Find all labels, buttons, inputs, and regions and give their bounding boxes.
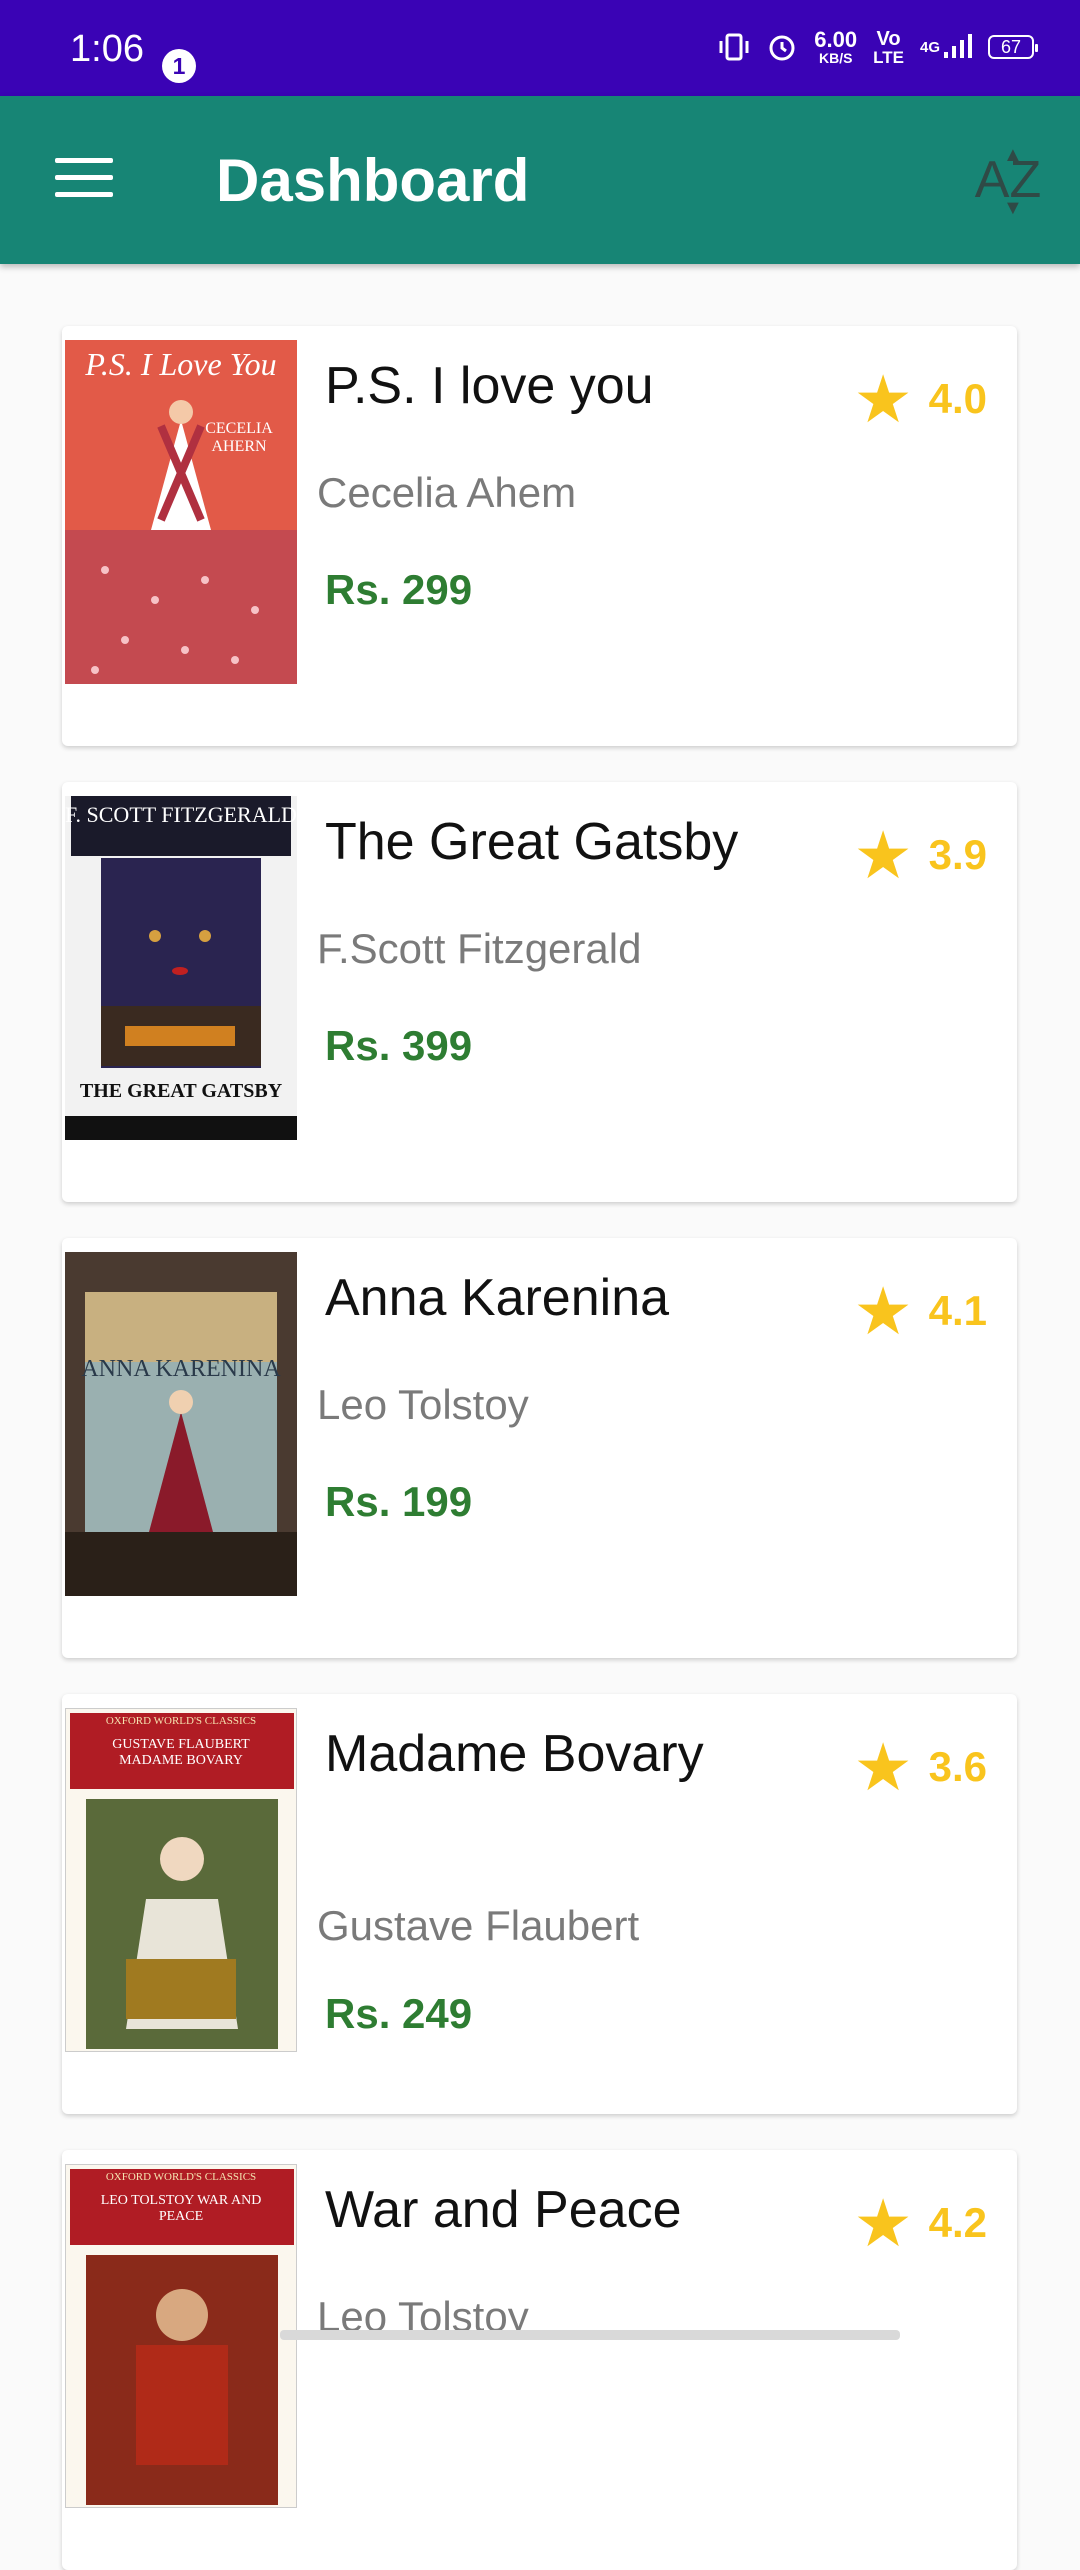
book-author: Cecelia Ahem xyxy=(317,469,577,516)
book-title: Madame Bovary xyxy=(325,1725,704,1783)
cover-series-text: OXFORD WORLD'S CLASSICS xyxy=(105,1715,257,1727)
rating-value: 3.9 xyxy=(928,831,987,878)
book-card[interactable]: OXFORD WORLD'S CLASSICS GUSTAVE FLAUBERT… xyxy=(62,1694,1017,2114)
star-icon: ★ xyxy=(853,1274,913,1348)
rating-value: 4.2 xyxy=(928,2199,987,2246)
vibrate-icon xyxy=(718,32,750,62)
page-title: Dashboard xyxy=(216,147,530,214)
alarm-icon xyxy=(766,31,798,63)
book-price: Rs. 249 xyxy=(325,1990,473,2037)
book-card[interactable]: ANNA KARENINA Anna Karenina Leo Tolstoy … xyxy=(62,1238,1017,1658)
book-cover-image: OXFORD WORLD'S CLASSICS GUSTAVE FLAUBERT… xyxy=(65,1708,297,2052)
book-rating: ★ 3.6 xyxy=(853,1734,987,1800)
cover-title-text: P.S. I Love You xyxy=(85,346,277,382)
book-price: Rs. 399 xyxy=(325,1022,473,1069)
app-bar: Dashboard ▲ AZ ▼ xyxy=(0,96,1080,264)
star-icon: ★ xyxy=(853,1730,913,1804)
cover-title-text: ANNA KARENINA xyxy=(81,1356,281,1382)
scroll-indicator[interactable] xyxy=(280,2330,900,2340)
hamburger-menu-icon[interactable] xyxy=(55,158,113,200)
sort-alphabetical-icon[interactable]: ▲ AZ ▼ xyxy=(972,144,1044,219)
rating-value: 3.6 xyxy=(928,1743,987,1790)
book-rating: ★ 3.9 xyxy=(853,822,987,888)
book-title: P.S. I love you xyxy=(325,357,654,415)
cover-series-text: OXFORD WORLD'S CLASSICS xyxy=(105,2171,257,2183)
cover-title-text: GUSTAVE FLAUBERT MADAME BOVARY xyxy=(112,1737,250,1768)
signal-icon: 4G xyxy=(920,34,972,60)
book-title: The Great Gatsby xyxy=(325,813,739,871)
cover-subtitle-text: THE GREAT GATSBY xyxy=(79,1080,283,1102)
book-title: Anna Karenina xyxy=(325,1269,670,1327)
rating-value: 4.1 xyxy=(928,1287,987,1334)
battery-level: 67 xyxy=(1000,36,1022,57)
book-author: Leo Tolstoy xyxy=(317,1381,529,1428)
book-author: F.Scott Fitzgerald xyxy=(317,925,642,972)
cover-title-text: F. SCOTT FITZGERALD xyxy=(65,802,297,827)
book-cover-image: OXFORD WORLD'S CLASSICS LEO TOLSTOY WAR … xyxy=(65,2164,297,2508)
book-cover-image: P.S. I Love You CECELIA AHERN xyxy=(65,340,297,684)
book-cover-image: F. SCOTT FITZGERALD THE GREAT GATSBY xyxy=(65,796,297,1140)
notification-badge: 1 xyxy=(162,49,196,83)
battery-icon: 67 xyxy=(988,35,1038,59)
star-icon: ★ xyxy=(853,2186,913,2260)
book-card[interactable]: P.S. I Love You CECELIA AHERN P.S. I lov… xyxy=(62,326,1017,746)
rating-value: 4.0 xyxy=(928,375,987,422)
volte-indicator: Vo LTE xyxy=(873,27,904,67)
net-speed: 6.00 KB/S xyxy=(814,27,858,66)
status-icons: 6.00 KB/S Vo LTE 4G 67 xyxy=(718,22,1038,72)
status-time: 1:06 xyxy=(70,28,144,70)
star-icon: ★ xyxy=(853,362,913,436)
book-cover-image: ANNA KARENINA xyxy=(65,1252,297,1596)
book-author: Gustave Flaubert xyxy=(317,1902,640,1949)
book-rating: ★ 4.2 xyxy=(853,2190,987,2256)
book-price: Rs. 299 xyxy=(325,566,473,613)
book-title: War and Peace xyxy=(325,2181,682,2239)
book-rating: ★ 4.1 xyxy=(853,1278,987,1344)
book-card[interactable]: F. SCOTT FITZGERALD THE GREAT GATSBY The… xyxy=(62,782,1017,1202)
cover-author-text: CECELIA AHERN xyxy=(205,420,273,455)
book-card[interactable]: OXFORD WORLD'S CLASSICS LEO TOLSTOY WAR … xyxy=(62,2150,1017,2570)
star-icon: ★ xyxy=(853,818,913,892)
network-type: 4G xyxy=(919,38,940,56)
cover-title-text: LEO TOLSTOY WAR AND PEACE xyxy=(100,2193,262,2224)
status-bar: 1:06 1 6.00 KB/S Vo LTE 4G 67 xyxy=(0,0,1080,96)
book-price: Rs. 199 xyxy=(325,1478,473,1525)
book-rating: ★ 4.0 xyxy=(853,366,987,432)
